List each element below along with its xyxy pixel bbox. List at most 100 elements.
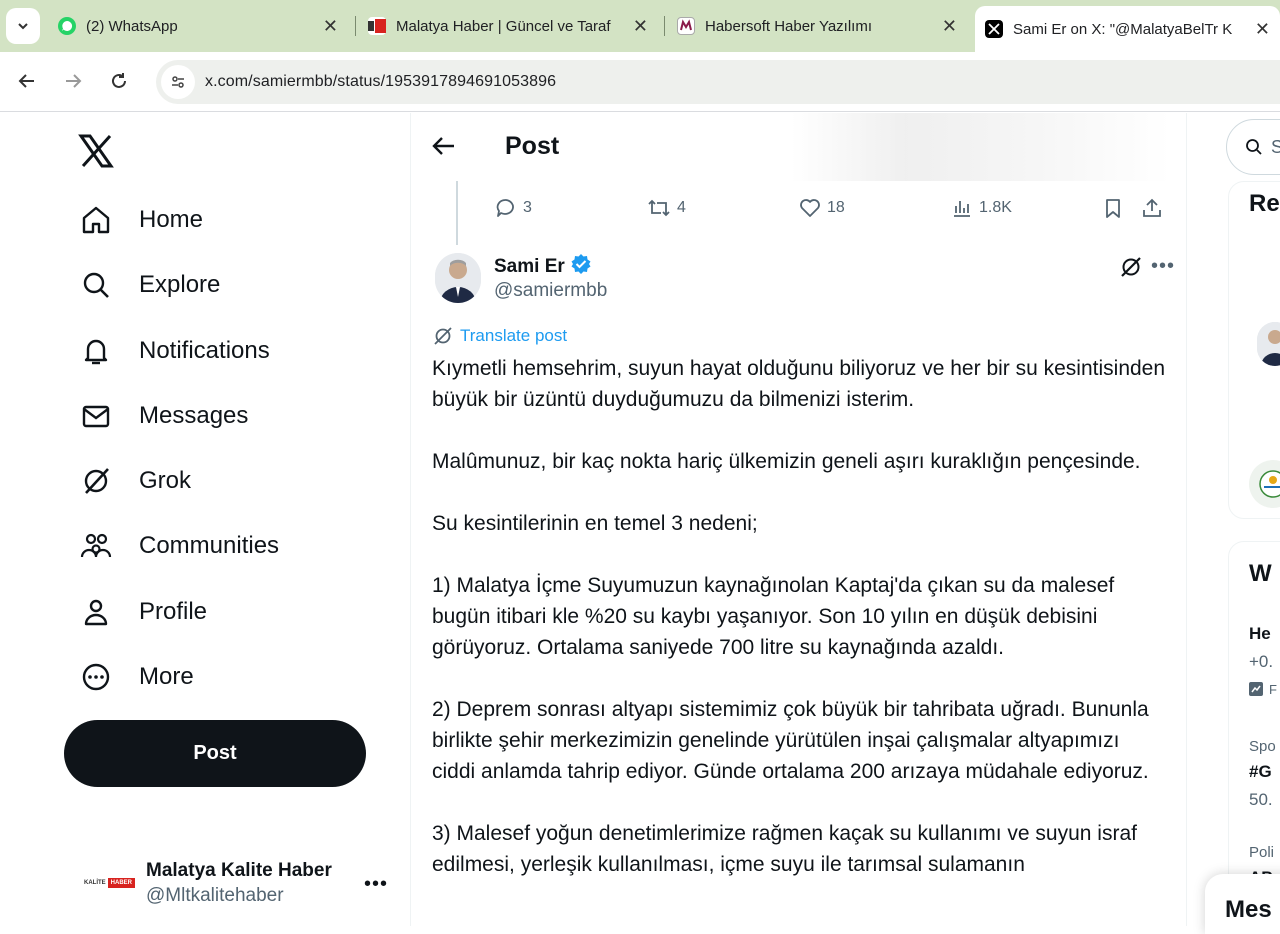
malatya-haber-icon (368, 17, 386, 35)
like-button[interactable]: 18 (799, 193, 845, 223)
address-bar[interactable]: x.com/samiermbb/status/19539178946910538… (156, 60, 1280, 104)
bookmark-button[interactable] (1102, 193, 1130, 223)
municipality-logo-icon (1259, 470, 1280, 498)
more-dots-icon[interactable]: ••• (364, 873, 388, 896)
nav-more[interactable]: More (78, 652, 194, 702)
trend-source: F (1249, 682, 1277, 697)
tweet-paragraph: 3) Malesef yoğun denetimlerimize rağmen … (432, 822, 1137, 876)
mail-icon (78, 398, 114, 434)
tab-x-active[interactable]: Sami Er on X: "@MalatyaBelTr K ✕ (975, 6, 1280, 52)
tweet-header: Sami Er @samiermbb ••• (435, 253, 1175, 313)
tweet-text: Kıymetli hemsehrim, suyun hayat olduğunu… (432, 353, 1167, 911)
whatsapp-icon (58, 17, 76, 35)
tune-icon (172, 76, 184, 88)
views-button[interactable]: 1.8K (951, 193, 1012, 223)
page-title: Post (505, 132, 560, 160)
more-circle-icon (78, 659, 114, 695)
tab-title: Malatya Haber | Güncel ve Taraf (396, 17, 611, 35)
home-icon (78, 202, 114, 238)
close-icon[interactable]: ✕ (1255, 19, 1270, 40)
tab-malatya-haber[interactable]: Malatya Haber | Güncel ve Taraf ✕ (358, 8, 658, 44)
close-icon[interactable]: ✕ (633, 16, 648, 37)
back-arrow-icon[interactable] (431, 133, 459, 161)
profile-icon (78, 594, 114, 630)
share-button[interactable] (1141, 193, 1169, 223)
reply-icon (496, 199, 514, 217)
habersoft-icon (677, 17, 695, 35)
bookmark-icon (1106, 199, 1120, 218)
forward-button[interactable] (58, 66, 88, 96)
reload-icon (112, 73, 126, 88)
tweet-paragraph: Malûmunuz, bir kaç nokta hariç ülkemizin… (432, 450, 1141, 473)
x-logo-icon[interactable] (78, 133, 116, 171)
nav-home[interactable]: Home (78, 195, 203, 245)
grok-icon (78, 463, 114, 499)
search-input[interactable]: S (1226, 119, 1280, 175)
avatar[interactable] (1257, 322, 1280, 366)
card-title: W (1249, 560, 1272, 587)
avatar[interactable] (435, 253, 481, 303)
back-button[interactable] (12, 66, 42, 96)
author-name[interactable]: Sami Er (494, 253, 592, 281)
arrow-right-icon (66, 74, 82, 88)
nav-notifications[interactable]: Notifications (78, 326, 270, 376)
grok-icon[interactable] (1119, 255, 1145, 281)
left-sidebar: Home Explore Notifications Messages Grok… (0, 113, 411, 926)
reload-button[interactable] (104, 66, 134, 96)
communities-icon (78, 528, 114, 564)
card-title: Re (1249, 190, 1280, 217)
avatar[interactable] (1249, 460, 1280, 508)
arrow-left-icon (18, 74, 34, 88)
view-count: 1.8K (979, 199, 1012, 216)
author-handle[interactable]: @samiermbb (494, 280, 607, 302)
nav-grok[interactable]: Grok (78, 456, 191, 506)
like-count: 18 (827, 199, 845, 216)
x-icon (985, 20, 1003, 38)
browser-toolbar: x.com/samiermbb/status/19539178946910538… (0, 52, 1280, 112)
nav-explore[interactable]: Explore (78, 260, 220, 310)
tweet-paragraph: Kıymetli hemsehrim, suyun hayat olduğunu… (432, 357, 1166, 411)
account-handle: @Mltkalitehaber (146, 884, 284, 906)
account-switcher[interactable]: KALİTE HABER Malatya Kalite Haber @Mltkal… (78, 853, 388, 913)
trend-label[interactable]: He (1249, 624, 1271, 644)
post-button[interactable]: Post (64, 720, 366, 787)
reply-button[interactable]: 3 (495, 193, 532, 223)
nav-profile[interactable]: Profile (78, 587, 207, 637)
nav-label: Messages (139, 402, 249, 429)
tab-title: Sami Er on X: "@MalatyaBelTr K (1013, 20, 1233, 38)
close-icon[interactable]: ✕ (942, 16, 957, 37)
browser-tab-bar: (2) WhatsApp ✕ Malatya Haber | Güncel ve… (0, 0, 1280, 52)
close-icon[interactable]: ✕ (323, 16, 338, 37)
repost-button[interactable]: 4 (647, 193, 686, 223)
views-chart-icon (954, 201, 970, 217)
nav-label: Explore (139, 271, 221, 298)
trend-label[interactable]: #G (1249, 762, 1272, 782)
tab-title: Habersoft Haber Yazılımı (705, 17, 873, 35)
heart-icon (800, 199, 820, 217)
repost-count: 4 (677, 199, 686, 216)
translate-post-link[interactable]: Translate post (433, 326, 567, 346)
search-placeholder: S (1271, 136, 1280, 157)
nav-communities[interactable]: Communities (78, 521, 279, 571)
main-column: Post 3 4 18 1.8K Sami Er @samiermbb ••• … (411, 113, 1187, 926)
chart-badge-icon (1249, 682, 1263, 696)
messages-drawer[interactable]: Mes (1205, 874, 1280, 934)
tab-separator (664, 16, 665, 36)
translate-label: Translate post (460, 326, 568, 345)
header-blur (791, 113, 1171, 181)
url-text: x.com/samiermbb/status/19539178946910538… (205, 73, 557, 90)
nav-messages[interactable]: Messages (78, 391, 248, 441)
more-dots-icon[interactable]: ••• (1151, 255, 1175, 278)
nav-label: Notifications (139, 337, 270, 364)
reply-count: 3 (523, 199, 532, 216)
tab-whatsapp[interactable]: (2) WhatsApp ✕ (48, 8, 348, 44)
tab-habersoft[interactable]: Habersoft Haber Yazılımı ✕ (667, 8, 967, 44)
tab-search-button[interactable] (6, 8, 40, 44)
avatar: KALİTE HABER (78, 857, 136, 909)
trend-category: Poli (1249, 844, 1275, 861)
site-info-button[interactable] (161, 65, 195, 99)
verified-badge-icon (570, 253, 592, 281)
nav-label: More (139, 663, 194, 690)
nav-label: Profile (139, 598, 208, 625)
whats-happening-card: W He +0. F Spo #G 50. Poli AP (1228, 541, 1280, 926)
